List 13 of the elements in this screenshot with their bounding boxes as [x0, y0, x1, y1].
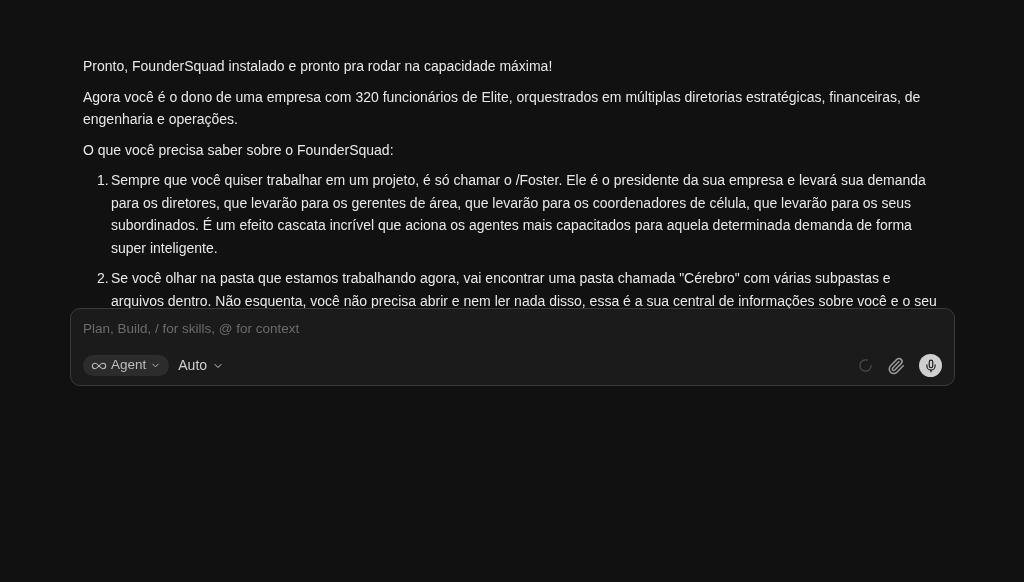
message-paragraph: Pronto, FounderSquad instalado e pronto pra rodar na capacidade máxima!: [83, 57, 554, 76]
model-select[interactable]: Auto: [178, 354, 225, 377]
list-item-text: Se você olhar na pasta que estamos trabalhando agora, vai encontrar uma pasta chamada "Cérebro" com várias subpastas e arquivos dentro. Não esquenta, você não precisa abrir e nem ler nada disso, essa é a sua central de informações sobre você e o seu: [110, 269, 938, 310]
message-paragraph: O que você precisa saber sobre o FounderSquad:: [83, 140, 395, 160]
list-number: 2.: [97, 269, 110, 288]
prompt-input[interactable]: Plan, Build, / for skills, @ for context: [83, 319, 942, 339]
list-item-text: Sempre que você quiser trabalhar em um projeto, é só chamar o /Foster. Ele é o presidente da sua empresa e levará sua demanda para os diretores, que levarão para os gerentes de área, que levarão para os coordenadores de célula, que levarão para os seus subordinados. É um efeito cascata incrível que aciona os agentes mais capacitados para aquela determinada demanda de forma super inteligente.: [110, 171, 927, 258]
microphone-button[interactable]: [919, 354, 942, 377]
message-paragraph: Agora você é o dono de uma empresa com 320 funcionários de Elite, orquestrados em múltiplas diretorias estratégicas, financeiras, de engenharia e operações.: [83, 87, 922, 129]
list-number: 1.: [97, 171, 110, 190]
agent-mode-button[interactable]: Agent: [83, 355, 170, 376]
microphone-icon: [923, 358, 938, 373]
attach-icon[interactable]: [887, 356, 905, 375]
